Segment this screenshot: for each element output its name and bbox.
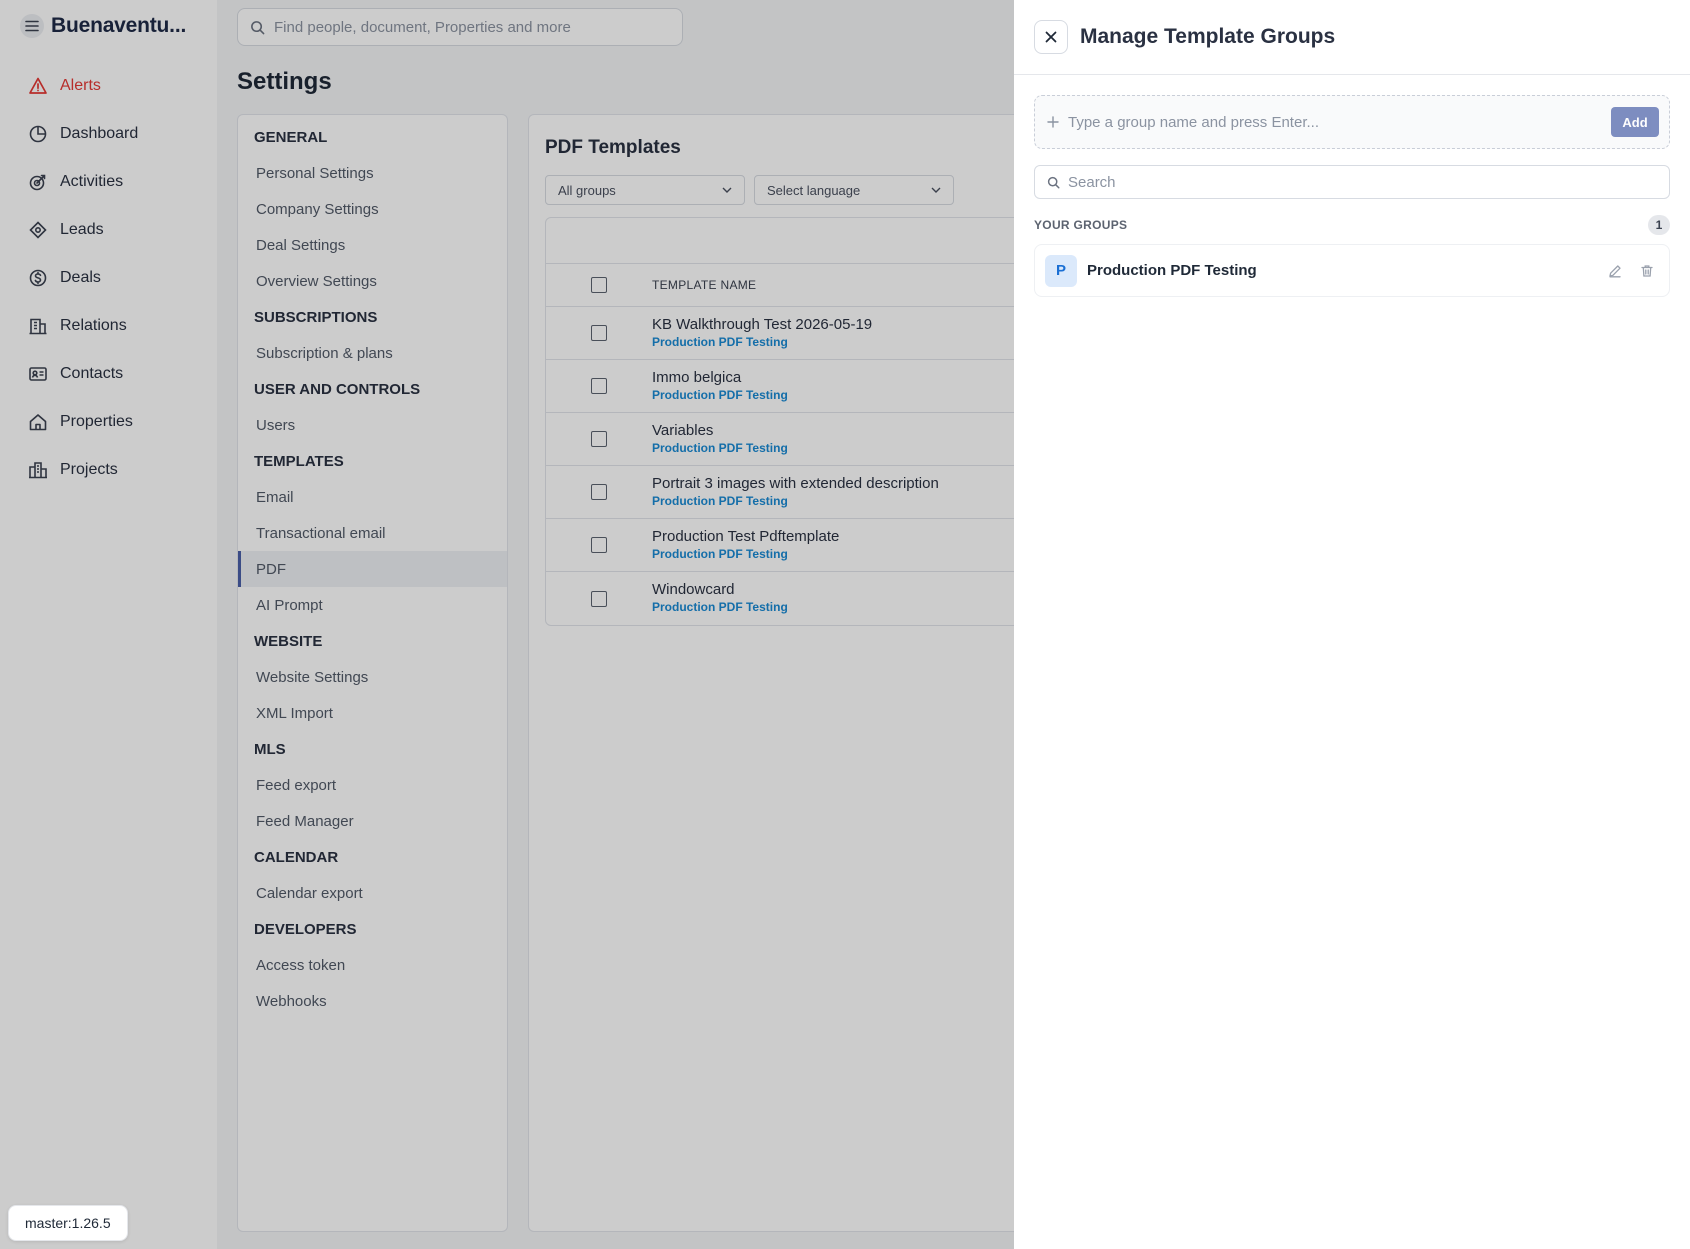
version-badge: master:1.26.5 xyxy=(8,1205,128,1241)
add-group-placeholder: Type a group name and press Enter... xyxy=(1068,113,1319,131)
plus-icon xyxy=(1047,116,1059,128)
close-icon xyxy=(1045,31,1057,43)
drawer-title: Manage Template Groups xyxy=(1080,25,1336,48)
group-list-item[interactable]: P Production PDF Testing xyxy=(1034,244,1670,297)
group-search-input[interactable]: Search xyxy=(1034,165,1670,199)
modal-backdrop[interactable] xyxy=(0,0,1014,1249)
add-group-input[interactable]: Type a group name and press Enter... Add xyxy=(1034,95,1670,149)
edit-group-button[interactable] xyxy=(1605,261,1625,281)
add-group-button[interactable]: Add xyxy=(1611,107,1659,137)
drawer-header: Manage Template Groups xyxy=(1014,0,1690,75)
group-avatar: P xyxy=(1045,254,1077,287)
group-name: Production PDF Testing xyxy=(1087,262,1257,279)
close-drawer-button[interactable] xyxy=(1034,20,1068,54)
group-search-placeholder: Search xyxy=(1068,173,1116,191)
trash-icon xyxy=(1641,264,1653,277)
groups-header: YOUR GROUPS 1 xyxy=(1034,215,1670,235)
manage-template-groups-drawer: Manage Template Groups Type a group name… xyxy=(1014,0,1690,1249)
your-groups-label: YOUR GROUPS xyxy=(1034,218,1128,232)
search-icon xyxy=(1047,176,1060,189)
pencil-icon xyxy=(1609,264,1621,277)
delete-group-button[interactable] xyxy=(1637,261,1657,281)
groups-count-badge: 1 xyxy=(1648,215,1670,235)
